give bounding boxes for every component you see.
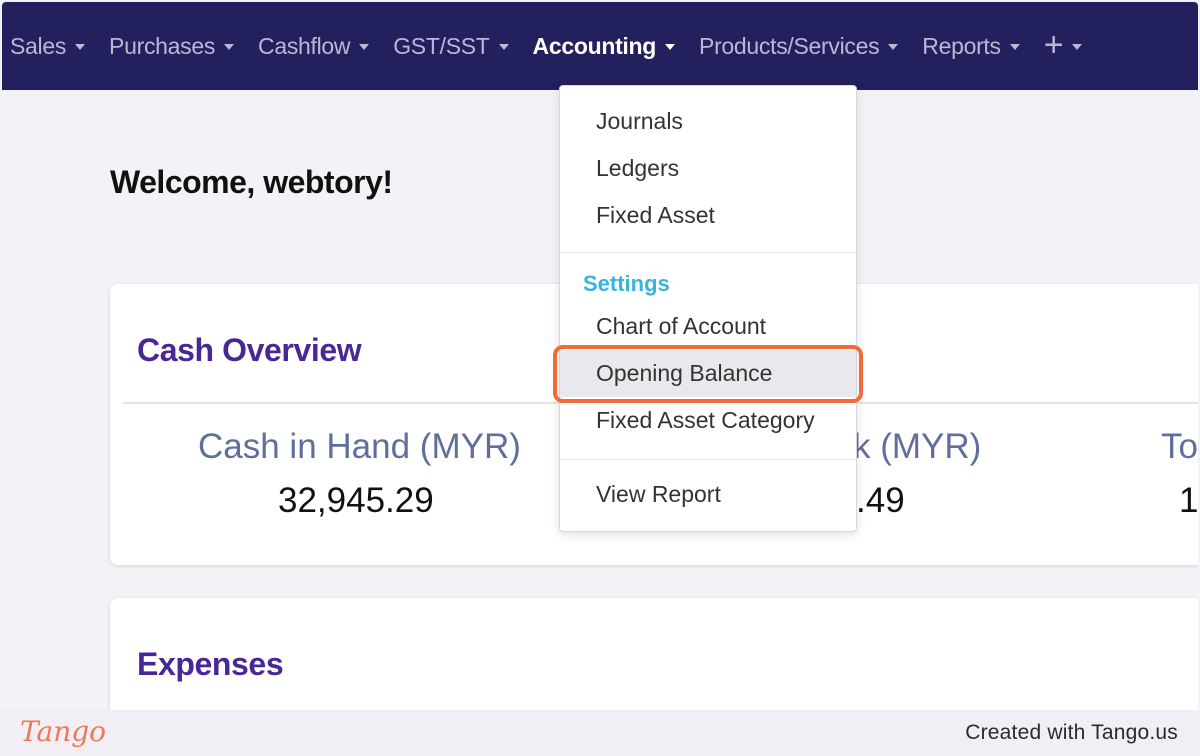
- cash-overview-title: Cash Overview: [137, 332, 362, 368]
- nav-add[interactable]: +: [1043, 25, 1083, 64]
- chevron-down-icon: [498, 44, 509, 50]
- cash-in-hand-value: 32,945.29: [278, 481, 434, 520]
- total-cash-value: 1: [1179, 481, 1198, 520]
- menu-item-view-report[interactable]: View Report: [596, 481, 721, 508]
- expenses-card: Expenses: [110, 598, 1198, 710]
- nav-gst-sst-label: GST/SST: [393, 32, 490, 59]
- menu-divider: [560, 459, 856, 460]
- chevron-down-icon: [888, 44, 899, 50]
- nav-cashflow-label: Cashflow: [258, 32, 351, 59]
- nav-reports[interactable]: Reports: [922, 32, 1020, 60]
- chevron-down-icon: [75, 44, 86, 50]
- top-navigation: Sales Purchases Cashflow GST/SST Account…: [2, 2, 1198, 90]
- nav-sales[interactable]: Sales: [10, 32, 86, 60]
- menu-item-journals[interactable]: Journals: [596, 108, 683, 135]
- cash-in-hand-label: Cash in Hand (MYR): [198, 427, 521, 466]
- nav-products-services[interactable]: Products/Services: [699, 32, 899, 60]
- cash-in-bank-value: .49: [856, 481, 905, 520]
- nav-sales-label: Sales: [10, 32, 67, 59]
- nav-reports-label: Reports: [922, 32, 1001, 59]
- chevron-down-icon: [1009, 44, 1020, 50]
- menu-item-ledgers[interactable]: Ledgers: [596, 155, 679, 182]
- accounting-dropdown-menu: Journals Ledgers Fixed Asset Settings Ch…: [559, 85, 857, 532]
- nav-purchases[interactable]: Purchases: [109, 32, 235, 60]
- menu-item-fixed-asset-category[interactable]: Fixed Asset Category: [596, 407, 815, 434]
- chevron-down-icon: [224, 44, 235, 50]
- menu-item-opening-balance[interactable]: Opening Balance: [596, 360, 772, 387]
- plus-icon: +: [1043, 25, 1064, 64]
- total-cash-label: To: [1161, 427, 1198, 466]
- tango-credit: Created with Tango.us: [965, 721, 1178, 744]
- nav-purchases-label: Purchases: [109, 32, 216, 59]
- chevron-down-icon: [1072, 44, 1083, 50]
- menu-settings-header: Settings: [583, 271, 670, 296]
- nav-accounting[interactable]: Accounting: [533, 33, 676, 60]
- menu-divider: [560, 252, 856, 253]
- chevron-down-icon: [665, 44, 676, 50]
- tango-logo: Tango: [20, 715, 107, 748]
- nav-accounting-label: Accounting: [532, 32, 657, 59]
- tango-footer: Tango Created with Tango.us: [0, 710, 1200, 756]
- welcome-heading: Welcome, webtory!: [110, 164, 393, 200]
- menu-item-fixed-asset[interactable]: Fixed Asset: [596, 202, 715, 229]
- chevron-down-icon: [359, 44, 370, 50]
- expenses-title: Expenses: [137, 646, 284, 682]
- menu-item-chart-of-account[interactable]: Chart of Account: [596, 313, 766, 340]
- nav-products-services-label: Products/Services: [699, 32, 880, 59]
- cash-in-bank-label: k (MYR): [853, 427, 982, 466]
- nav-cashflow[interactable]: Cashflow: [258, 32, 370, 60]
- nav-gst-sst[interactable]: GST/SST: [393, 32, 509, 60]
